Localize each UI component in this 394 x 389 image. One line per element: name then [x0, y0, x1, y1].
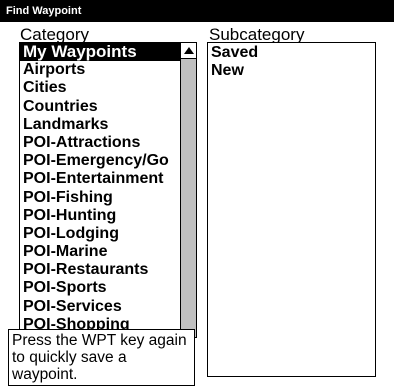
window-title: Find Waypoint	[0, 0, 394, 22]
category-item-cities[interactable]: Cities	[20, 79, 180, 97]
category-item-poi-restaurants[interactable]: POI-Restaurants	[20, 261, 180, 279]
category-item-poi-entertainment[interactable]: POI-Entertainment	[20, 170, 180, 188]
category-item-poi-services[interactable]: POI-Services	[20, 298, 180, 316]
category-item-poi-hunting[interactable]: POI-Hunting	[20, 207, 180, 225]
category-item-my-waypoints[interactable]: My Waypoints	[20, 43, 180, 62]
category-item-poi-marine[interactable]: POI-Marine	[20, 243, 180, 261]
category-item-poi-attractions[interactable]: POI-Attractions	[20, 134, 180, 152]
category-item-landmarks[interactable]: Landmarks	[20, 116, 180, 134]
scroll-up-arrow-icon[interactable]	[181, 43, 196, 59]
subcategory-list-panel: Saved New	[207, 42, 376, 377]
subcategory-item-saved[interactable]: Saved	[208, 44, 375, 62]
category-item-poi-fishing[interactable]: POI-Fishing	[20, 189, 180, 207]
help-tooltip: Press the WPT key again to quickly save …	[8, 329, 195, 386]
category-list-panel: My Waypoints Airports Cities Countries L…	[19, 42, 197, 338]
category-item-poi-lodging[interactable]: POI-Lodging	[20, 225, 180, 243]
category-item-poi-emergency[interactable]: POI-Emergency/Go	[20, 152, 180, 170]
category-item-airports[interactable]: Airports	[20, 61, 180, 79]
category-scrollbar[interactable]	[180, 43, 196, 337]
category-list: My Waypoints Airports Cities Countries L…	[20, 43, 180, 334]
subcategory-item-new[interactable]: New	[208, 62, 375, 80]
category-item-poi-sports[interactable]: POI-Sports	[20, 279, 180, 297]
category-item-countries[interactable]: Countries	[20, 98, 180, 116]
